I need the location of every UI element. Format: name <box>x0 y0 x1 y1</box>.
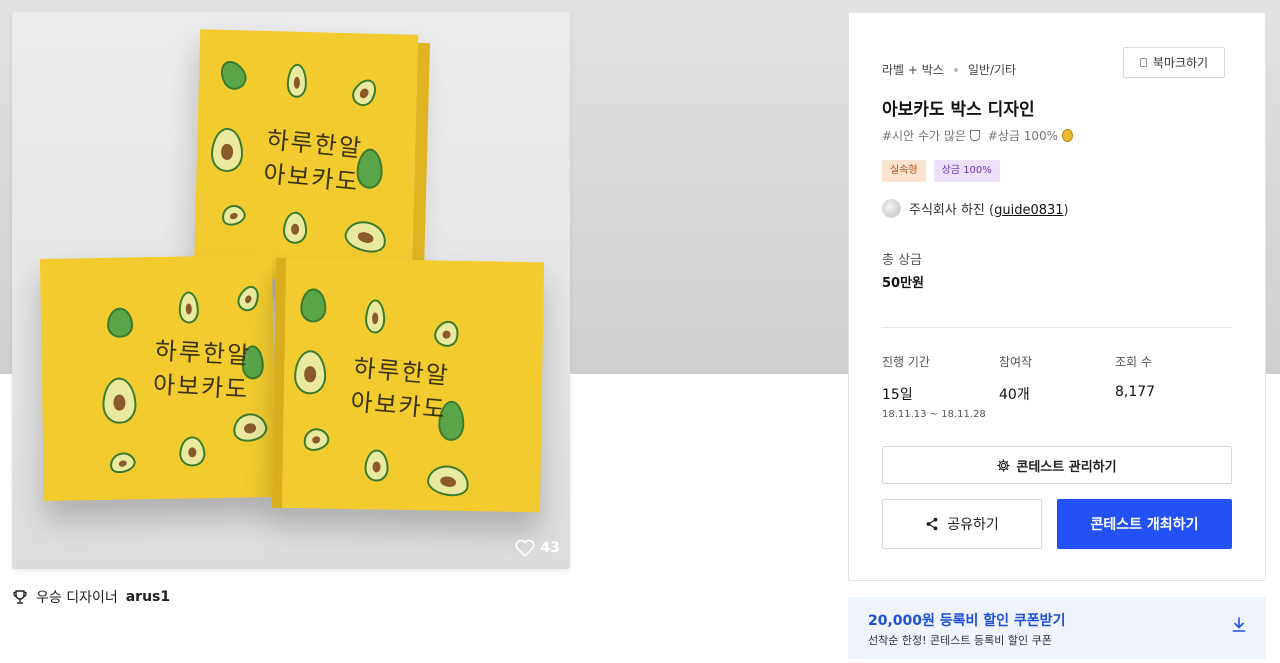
product-box-top: 하루한알 아보카도 <box>193 29 430 290</box>
winning-designer: 우승 디자이너 arus1 <box>12 587 170 607</box>
category-main[interactable]: 라벨 + 박스 <box>882 61 944 78</box>
bookmark-button[interactable]: 북마크하기 <box>1123 47 1225 78</box>
stat-participants: 참여작 40개 <box>999 353 1032 404</box>
tag-full-prize: #상금 100% <box>988 127 1073 144</box>
coupon-subtitle: 선착순 한정! 콘테스트 등록비 할인 쿠폰 <box>868 634 1052 647</box>
share-icon <box>926 517 938 531</box>
prize-label: 총 상금 <box>882 253 923 268</box>
host-contest-button[interactable]: 콘테스트 개최하기 <box>1057 499 1232 549</box>
bookmark-label: 북마크하기 <box>1152 56 1209 70</box>
period-range: 18.11.13 ~ 18.11.28 <box>882 409 986 420</box>
share-button[interactable]: 공유하기 <box>882 499 1042 549</box>
download-icon[interactable] <box>1232 617 1246 633</box>
contest-info-card: 라벨 + 박스 일반/기타 북마크하기 아보카도 박스 디자인 #시안 수가 많… <box>848 12 1266 581</box>
designer-prefix: 우승 디자이너 <box>36 590 118 606</box>
divider <box>882 327 1232 328</box>
share-label: 공유하기 <box>947 517 999 533</box>
likes-count: 43 <box>540 540 560 556</box>
contest-title: 아보카도 박스 디자인 <box>882 100 1035 120</box>
host-name: 주식회사 하진 (guide0831) <box>909 203 1069 218</box>
category-sub[interactable]: 일반/기타 <box>968 61 1016 78</box>
avatar <box>882 199 901 218</box>
manage-contest-button[interactable]: 콘테스트 관리하기 <box>882 446 1232 484</box>
gear-icon <box>997 458 1011 472</box>
heart-icon[interactable] <box>515 539 535 557</box>
views-value: 8,177 <box>1115 384 1156 400</box>
trophy-icon <box>13 590 27 604</box>
manage-contest-label: 콘테스트 관리하기 <box>1016 459 1117 475</box>
tag-many-drafts: #시안 수가 많은 <box>882 127 980 144</box>
contest-tags: #시안 수가 많은 #상금 100% <box>882 127 1073 144</box>
coupon-banner[interactable]: 20,000원 등록비 할인 쿠폰받기 선착순 한정! 콘테스트 등록비 할인 … <box>848 597 1266 659</box>
period-label: 진행 기간 <box>882 355 930 369</box>
breadcrumb-separator <box>953 67 958 72</box>
views-label: 조회 수 <box>1115 355 1152 369</box>
category-breadcrumb: 라벨 + 박스 일반/기타 <box>882 61 1016 78</box>
box-lettering-line2-left: 아보카도 <box>152 370 250 404</box>
box-lettering-line1-left: 하루한알 <box>154 336 252 370</box>
product-box-left: 하루한알 아보카도 <box>39 254 277 502</box>
stat-views: 조회 수 8,177 <box>1115 353 1155 400</box>
like-counter[interactable]: 43 <box>515 539 560 557</box>
prize-value: 50만원 <box>882 276 925 291</box>
box-lettering-line2-right: 아보카도 <box>349 387 448 424</box>
trophy-icon <box>969 130 980 141</box>
contest-host: 주식회사 하진 (guide0831) <box>882 199 1069 218</box>
badge-type: 실속형 <box>882 160 926 182</box>
contest-badges: 실속형 상금 100% <box>882 160 1000 182</box>
host-id-link[interactable]: guide0831 <box>994 203 1063 218</box>
badge-prize: 상금 100% <box>933 160 1000 182</box>
medal-icon <box>1061 129 1073 142</box>
stat-period: 진행 기간 15일 18.11.13 ~ 18.11.28 <box>882 353 986 420</box>
product-box-right: 하루한알 아보카도 <box>271 257 545 513</box>
bookmark-icon <box>1139 58 1147 67</box>
period-value: 15일 <box>882 387 913 403</box>
coupon-title: 20,000원 등록비 할인 쿠폰받기 <box>868 613 1066 629</box>
designer-name[interactable]: arus1 <box>126 589 170 605</box>
participants-value: 40개 <box>999 387 1030 403</box>
participants-label: 참여작 <box>999 355 1033 369</box>
contest-winning-image[interactable]: 하루한알 아보카도 하루한알 아보카도 하루한알 아보카도 43 <box>12 12 570 569</box>
